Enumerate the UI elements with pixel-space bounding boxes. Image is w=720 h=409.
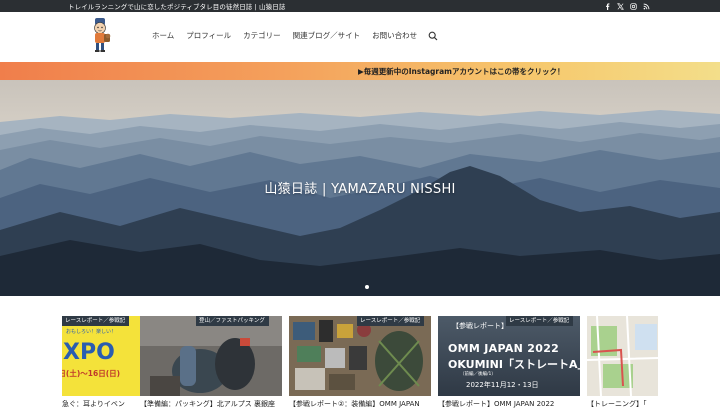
post-thumbnail: 【参戦レポート】 OMM JAPAN 2022 OKUMINI「ストレートA」 … — [438, 316, 580, 396]
hero-slider: 山猿日誌 | YAMAZARU NISSHI — [0, 80, 720, 296]
instagram-banner[interactable]: ▶毎週更新中のInstagramアカウントはこの帯をクリック！ — [0, 62, 720, 80]
category-badge[interactable]: 登山／ファストパッキング — [196, 316, 269, 326]
social-links — [604, 2, 650, 10]
thumb-headline: EXPO — [62, 340, 115, 365]
post-thumbnail — [140, 316, 282, 396]
category-badge[interactable]: レースレポート／参戦記 — [62, 316, 130, 326]
post-title[interactable]: 【トレーニング】「 — [587, 399, 658, 409]
site-logo[interactable] — [86, 15, 114, 55]
post-title[interactable]: 【参戦レポート】OMM JAPAN 2022 — [438, 399, 580, 409]
instagram-banner-link[interactable]: ▶毎週更新中のInstagramアカウントはこの帯をクリック！ — [358, 66, 564, 77]
gear-layout-photo — [289, 316, 431, 396]
post-card[interactable]: レースレポート／参戦記 【参戦レポート②：装備編】OMM JAPAN — [289, 316, 431, 409]
site-header: ホーム プロフィール カテゴリー 関連ブログ／サイト お問い合わせ — [0, 12, 720, 62]
main-nav: ホーム プロフィール カテゴリー 関連ブログ／サイト お問い合わせ — [152, 30, 438, 41]
nav-related-blogs[interactable]: 関連ブログ／サイト — [293, 30, 361, 41]
thumb-headline: OMM JAPAN 2022 — [448, 342, 560, 355]
post-title[interactable]: 【参戦レポート②：装備編】OMM JAPAN — [289, 399, 431, 409]
thumb-badge: 【参戦レポート】 — [452, 322, 508, 330]
x-icon[interactable] — [617, 2, 624, 10]
post-thumbnail — [587, 316, 658, 396]
post-card[interactable]: 【トレーニング】「 — [587, 316, 658, 409]
rss-icon[interactable] — [643, 3, 650, 10]
post-carousel-track: おもしろい！楽しい！ EXPO 15日(土)～16日(日) レースレポート／参戦… — [62, 296, 658, 409]
post-card[interactable]: 登山／ファストパッキング 【準備編：パッキング】北アルプス 裏銀座 — [140, 316, 282, 409]
nav-category[interactable]: カテゴリー — [243, 30, 281, 41]
thumb-subheadline: OKUMINI「ストレートA」 — [448, 358, 580, 371]
nav-contact[interactable]: お問い合わせ — [372, 30, 417, 41]
slider-dot[interactable] — [365, 285, 369, 289]
nav-profile[interactable]: プロフィール — [186, 30, 231, 41]
thumb-caption: おもしろい！楽しい！ — [66, 329, 117, 335]
hero-title: 山猿日誌 | YAMAZARU NISSHI — [264, 182, 456, 197]
backpack-photo — [140, 316, 282, 396]
post-thumbnail — [289, 316, 431, 396]
thumb-date: 15日(土)～16日(日) — [62, 369, 121, 378]
category-badge[interactable]: レースレポート／参戦記 — [357, 316, 425, 326]
post-title[interactable]: 【準備編：パッキング】北アルプス 裏銀座 — [140, 399, 282, 409]
search-icon[interactable] — [428, 31, 438, 41]
post-carousel: おもしろい！楽しい！ EXPO 15日(土)～16日(日) レースレポート／参戦… — [0, 296, 720, 409]
thumb-date: 2022年11月12・13日 — [466, 381, 539, 389]
instagram-icon[interactable] — [630, 2, 637, 10]
thumb-note: （前編／後編/1） — [460, 372, 496, 377]
facebook-icon[interactable] — [604, 2, 611, 10]
map-image — [587, 316, 658, 396]
category-badge[interactable]: レースレポート／参戦記 — [506, 316, 574, 326]
post-card[interactable]: 【参戦レポート】 OMM JAPAN 2022 OKUMINI「ストレートA」 … — [438, 316, 580, 409]
site-tagline: トレイルランニングで山に恋したポジティブタレ目の徒然日誌 | 山猿日誌 — [68, 3, 286, 11]
nav-home[interactable]: ホーム — [152, 30, 174, 41]
top-bar: トレイルランニングで山に恋したポジティブタレ目の徒然日誌 | 山猿日誌 — [0, 0, 720, 12]
